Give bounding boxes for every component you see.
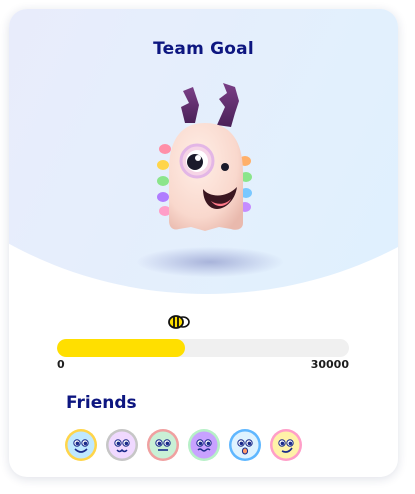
friend-avatar-1[interactable]: [64, 428, 98, 462]
team-goal-progress-bar: [57, 339, 349, 357]
progress-min-label: 0: [57, 358, 65, 371]
friend-avatar-icon: [229, 429, 261, 461]
friend-avatar-3[interactable]: [146, 428, 180, 462]
monster-mascot-image: [157, 83, 252, 231]
friend-avatar-4[interactable]: [187, 428, 221, 462]
page-title: Team Goal: [153, 39, 254, 59]
friend-avatar-2[interactable]: [105, 428, 139, 462]
friend-avatar-5[interactable]: [228, 428, 262, 462]
bee-icon: [168, 315, 190, 329]
friend-avatar-icon: [65, 429, 97, 461]
friend-avatar-icon: [147, 429, 179, 461]
friends-heading: Friends: [66, 393, 137, 413]
friend-avatar-6[interactable]: [269, 428, 303, 462]
friend-avatar-icon: [270, 429, 302, 461]
team-goal-card: Team Goal 0 30000 Friends: [9, 9, 398, 477]
progress-fill: [57, 339, 186, 357]
progress-max-label: 30000: [310, 358, 349, 371]
friends-avatar-list: [64, 428, 303, 462]
friend-avatar-icon: [106, 429, 138, 461]
friend-avatar-icon: [188, 429, 220, 461]
monster-shadow: [137, 247, 283, 277]
